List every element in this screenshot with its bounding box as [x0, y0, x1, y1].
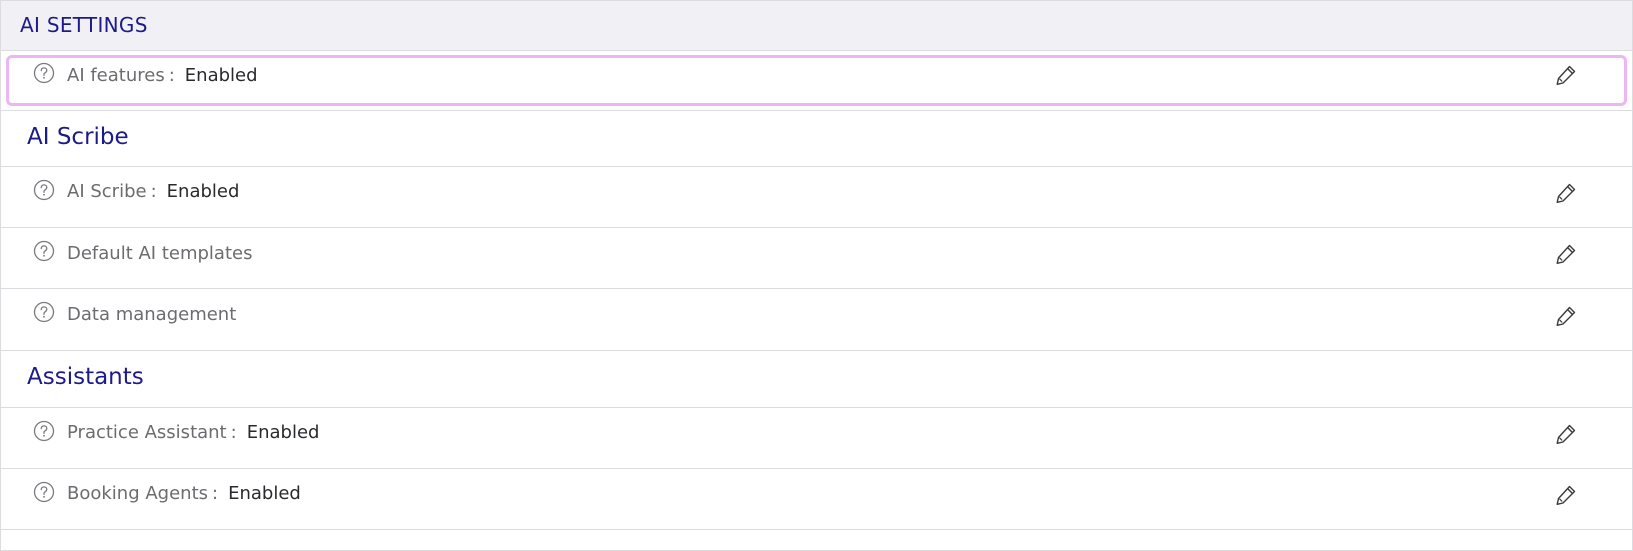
setting-value: Enabled	[166, 181, 240, 202]
question-circle-icon[interactable]	[33, 179, 55, 201]
label-colon: :	[230, 422, 237, 443]
setting-value: Enabled	[246, 422, 320, 443]
setting-row-practice-assistant[interactable]: Practice Assistant: Enabled	[1, 408, 1632, 469]
setting-label-text: AI Scribe	[67, 181, 147, 202]
setting-row-ai-scribe[interactable]: AI Scribe: Enabled	[1, 167, 1632, 228]
setting-row-data-management[interactable]: Data management	[1, 289, 1632, 351]
setting-label-text: Booking Agents	[67, 483, 209, 504]
pencil-icon[interactable]	[1554, 242, 1578, 266]
setting-label-text: Practice Assistant	[67, 422, 227, 443]
setting-label: Default AI templates	[67, 243, 252, 264]
ai-settings-panel: AI SETTINGS AI features: Enabled AI Scrib…	[0, 0, 1633, 551]
label-colon: :	[150, 181, 157, 202]
setting-label-text: AI features	[67, 65, 165, 86]
question-circle-icon[interactable]	[33, 481, 55, 503]
setting-label: Booking Agents: Enabled	[67, 483, 301, 504]
setting-label-text: Data management	[67, 304, 237, 325]
panel-header: AI SETTINGS	[1, 1, 1632, 51]
section-assistants: Assistants	[1, 351, 1632, 408]
section-title: AI Scribe	[27, 124, 129, 150]
question-circle-icon[interactable]	[33, 420, 55, 442]
section-title: Assistants	[27, 364, 144, 390]
question-circle-icon[interactable]	[33, 301, 55, 323]
setting-label: AI Scribe: Enabled	[67, 181, 239, 202]
setting-row-booking-agents[interactable]: Booking Agents: Enabled	[1, 469, 1632, 530]
pencil-icon[interactable]	[1554, 304, 1578, 328]
setting-row-ai-features[interactable]: AI features: Enabled	[1, 52, 1632, 109]
label-colon: :	[168, 65, 175, 86]
pencil-icon[interactable]	[1554, 483, 1578, 507]
question-circle-icon[interactable]	[33, 62, 55, 84]
pencil-icon[interactable]	[1554, 181, 1578, 205]
question-circle-icon[interactable]	[33, 240, 55, 262]
page-title: AI SETTINGS	[20, 13, 148, 37]
section-ai-scribe: AI Scribe	[1, 110, 1632, 167]
pencil-icon[interactable]	[1554, 422, 1578, 446]
label-colon: :	[212, 483, 219, 504]
setting-label-text: Default AI templates	[67, 243, 253, 264]
pencil-icon[interactable]	[1554, 63, 1578, 87]
setting-label: Practice Assistant: Enabled	[67, 422, 319, 443]
setting-label: Data management	[67, 304, 236, 325]
setting-label: AI features: Enabled	[67, 65, 258, 86]
setting-value: Enabled	[184, 65, 258, 86]
setting-row-default-ai-templates[interactable]: Default AI templates	[1, 228, 1632, 289]
setting-value: Enabled	[228, 483, 301, 504]
